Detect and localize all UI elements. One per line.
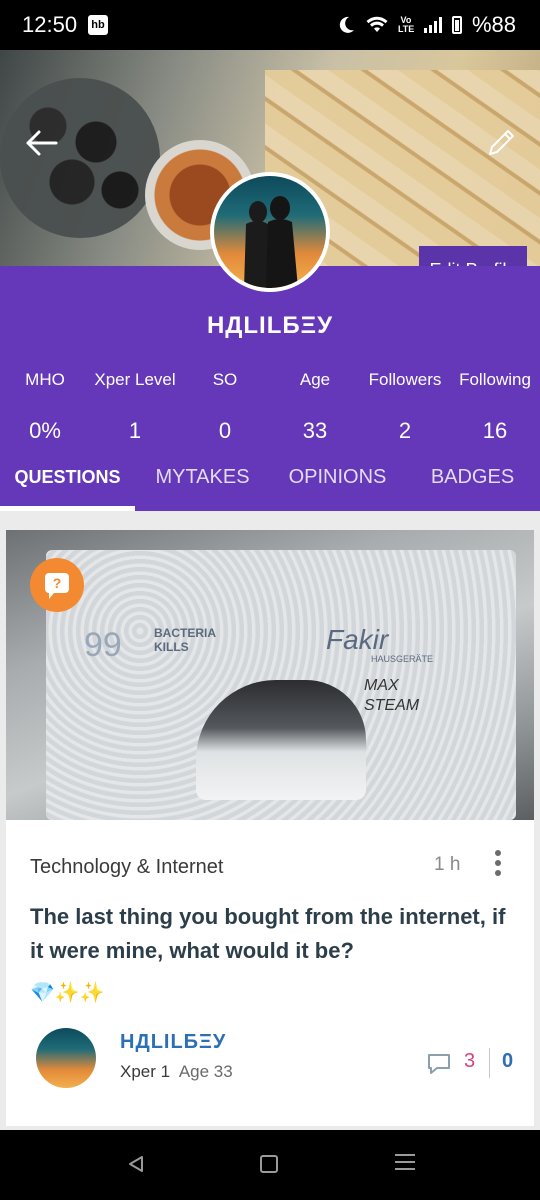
question-type-badge: ? (30, 558, 84, 612)
edit-profile-button[interactable]: Edit Profile (419, 246, 527, 266)
post-time: 1 h (434, 854, 461, 875)
author-age: Age 33 (178, 1062, 233, 1081)
author-meta: Xper 1 Age 33 (120, 1062, 233, 1082)
box-bacteria-text: BACTERIA KILLS (154, 626, 216, 654)
stat-so[interactable]: SO 0 (180, 370, 270, 440)
stat-followers[interactable]: Followers 2 (360, 370, 450, 440)
box-product-line: STEAM (364, 697, 420, 714)
tab-opinions[interactable]: OPINIONS (270, 446, 405, 508)
profile-username: НДLILБΞУ (206, 312, 334, 339)
profile-header: НДLILБΞУ MHO 0% Xper Level 1 SO 0 Age 33… (0, 266, 540, 511)
profile-tabs: QUESTIONS MYTAKES OPINIONS BADGES (0, 446, 540, 511)
stat-value: 2 (398, 418, 412, 440)
box-brand-text: Fakir (326, 624, 389, 655)
comment-count[interactable]: 3 (464, 1050, 475, 1073)
stat-value: 0 (218, 418, 232, 440)
share-count[interactable]: 0 (502, 1050, 513, 1073)
question-mark-icon: ? (45, 573, 69, 599)
cover-olives-image (0, 78, 160, 238)
status-time: 12:50 (22, 12, 78, 37)
more-options-icon[interactable] (492, 850, 504, 880)
status-icons: Vo LTE %88 (336, 12, 516, 38)
question-title[interactable]: The last thing you bought from the inter… (30, 900, 520, 968)
wifi-icon (366, 16, 388, 32)
stat-label: Age (299, 370, 331, 389)
stat-label: SO (212, 370, 238, 389)
stat-value: 33 (302, 418, 328, 440)
profile-stats: MHO 0% Xper Level 1 SO 0 Age 33 Follower… (0, 370, 540, 440)
profile-avatar[interactable] (210, 172, 330, 292)
stat-following[interactable]: Following 16 (450, 370, 540, 440)
app-notification-icon: hb (88, 15, 108, 35)
box-kills-line: KILLS (154, 640, 189, 654)
stat-value: 16 (482, 418, 508, 440)
stat-label: Following (459, 370, 531, 389)
nav-recents-icon[interactable] (395, 1154, 415, 1174)
battery-percent: %88 (471, 12, 516, 37)
question-image[interactable]: 99 BACTERIA KILLS Fakir HAUSGERÄTE MAX S… (6, 530, 534, 820)
divider (489, 1048, 490, 1078)
nav-home-icon[interactable] (260, 1155, 278, 1173)
question-emojis: 💎✨✨ (30, 982, 105, 1004)
do-not-disturb-moon-icon (339, 16, 354, 33)
system-nav-bar (0, 1130, 540, 1200)
tab-badges[interactable]: BADGES (405, 446, 540, 508)
active-tab-indicator (0, 506, 135, 511)
comment-icon[interactable] (426, 1052, 452, 1076)
stat-value: 1 (128, 418, 142, 440)
stat-label: Followers (368, 370, 442, 389)
box-percent-text: 99 (84, 626, 122, 664)
stat-mho[interactable]: MHO 0% (0, 370, 90, 440)
stat-value: 0% (29, 418, 61, 440)
avatar-couple-silhouette (244, 196, 298, 288)
battery-icon (451, 16, 462, 34)
nav-back-icon[interactable] (126, 1154, 146, 1174)
tab-questions[interactable]: QUESTIONS (0, 446, 135, 508)
back-arrow-icon[interactable] (24, 128, 60, 158)
author-avatar[interactable] (36, 1028, 96, 1088)
box-brand-sub: HAUSGERÄTE (371, 654, 434, 664)
edit-pencil-icon[interactable] (484, 126, 518, 160)
stat-xper-level[interactable]: Xper Level 1 (90, 370, 180, 440)
stat-label: MHO (25, 370, 65, 389)
stat-label: Xper Level (94, 370, 176, 389)
box-product-name: MAX STEAM (364, 676, 419, 716)
author-xper: Xper 1 (120, 1062, 171, 1081)
tab-mytakes[interactable]: MYTAKES (135, 446, 270, 508)
stat-age[interactable]: Age 33 (270, 370, 360, 440)
signal-icon (423, 17, 442, 33)
status-bar: 12:50 hb Vo LTE %88 (0, 0, 540, 50)
question-card[interactable]: 99 BACTERIA KILLS Fakir HAUSGERÄTE MAX S… (6, 530, 534, 1126)
box-bacteria-line: BACTERIA (154, 626, 216, 640)
volte-indicator: Vo LTE (397, 15, 415, 34)
author-name[interactable]: НДLILБΞУ (120, 1031, 226, 1054)
box-product-line: MAX (364, 677, 399, 694)
post-category[interactable]: Technology & Internet (30, 856, 223, 879)
